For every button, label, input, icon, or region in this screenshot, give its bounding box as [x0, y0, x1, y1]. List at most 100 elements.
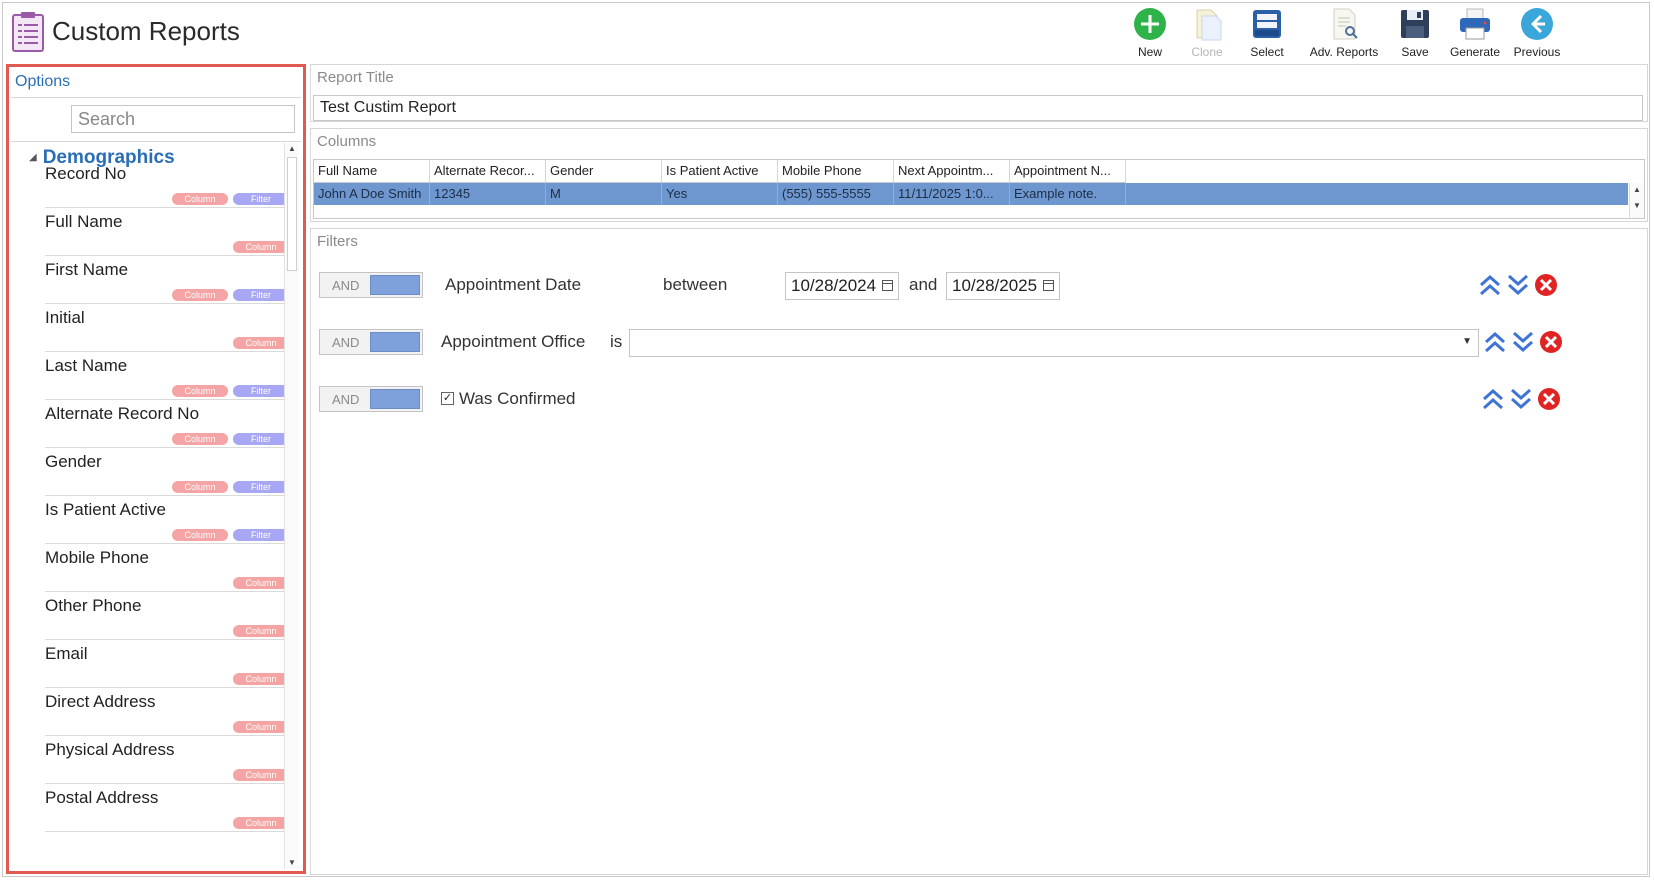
filters-label: Filters	[317, 233, 358, 250]
move-down-icon[interactable]	[1510, 328, 1536, 356]
table-row[interactable]: John A Doe Smith 12345 M Yes (555) 555-5…	[314, 183, 1628, 205]
list-item[interactable]: Initial Column	[45, 305, 289, 352]
list-item[interactable]: Email Column	[45, 641, 289, 688]
add-column-chip[interactable]: Column	[172, 385, 228, 397]
list-item[interactable]: Gender Column Filter	[45, 449, 289, 496]
and-or-toggle[interactable]: AND	[319, 272, 423, 298]
move-up-icon[interactable]	[1477, 271, 1503, 299]
add-column-chip[interactable]: Column	[172, 481, 228, 493]
add-column-chip[interactable]: Column	[172, 289, 228, 301]
add-column-chip[interactable]: Column	[233, 241, 289, 253]
list-item[interactable]: Postal Address Column	[45, 785, 289, 832]
list-item[interactable]: Is Patient Active Column Filter	[45, 497, 289, 544]
select-button[interactable]: Select	[1231, 4, 1303, 59]
column-header[interactable]: Appointment N...	[1010, 160, 1126, 182]
scroll-down-arrow-icon[interactable]: ▼	[1630, 199, 1644, 213]
office-select[interactable]: ▼	[629, 329, 1479, 357]
add-column-chip[interactable]: Column	[233, 625, 289, 637]
scroll-up-arrow-icon[interactable]: ▲	[1630, 183, 1644, 197]
options-list-divider	[11, 141, 301, 142]
table-cell: 12345	[430, 183, 546, 205]
add-column-chip[interactable]: Column	[172, 529, 228, 541]
report-title-section: Report Title	[310, 64, 1648, 122]
list-item[interactable]: Other Phone Column	[45, 593, 289, 640]
add-column-chip[interactable]: Column	[172, 193, 228, 205]
scrollbar-thumb[interactable]	[287, 157, 297, 271]
add-column-chip[interactable]: Column	[172, 433, 228, 445]
date-to-field[interactable]: 10/28/2025	[946, 272, 1060, 300]
add-column-chip[interactable]: Column	[233, 577, 289, 589]
add-filter-chip[interactable]: Filter	[233, 289, 289, 301]
date-to-value: 10/28/2025	[952, 276, 1038, 295]
add-filter-chip[interactable]: Filter	[233, 385, 289, 397]
adv-reports-button-label: Adv. Reports	[1309, 45, 1379, 59]
column-header[interactable]: Alternate Recor...	[430, 160, 546, 182]
calendar-icon[interactable]	[882, 280, 893, 291]
toggle-knob	[370, 389, 420, 409]
adv-reports-button[interactable]: Adv. Reports	[1308, 4, 1380, 59]
list-item[interactable]: Mobile Phone Column	[45, 545, 289, 592]
list-item[interactable]: Last Name Column Filter	[45, 353, 289, 400]
previous-button[interactable]: Previous	[1501, 4, 1573, 59]
filter-and-label: and	[909, 275, 938, 294]
field-name: Physical Address	[45, 740, 175, 759]
column-header[interactable]: Full Name	[314, 160, 430, 182]
list-item[interactable]: Direct Address Column	[45, 689, 289, 736]
table-cell: 11/11/2025 1:0...	[894, 183, 1010, 205]
list-item[interactable]: Physical Address Column	[45, 737, 289, 784]
scroll-down-arrow-icon[interactable]: ▼	[285, 857, 299, 869]
delete-filter-icon[interactable]	[1533, 271, 1559, 299]
column-header[interactable]: Mobile Phone	[778, 160, 894, 182]
add-column-chip[interactable]: Column	[233, 817, 289, 829]
field-name: Is Patient Active	[45, 500, 166, 519]
grid-scrollbar[interactable]: ▲ ▼	[1629, 183, 1644, 218]
add-filter-chip[interactable]: Filter	[233, 193, 289, 205]
move-up-icon[interactable]	[1482, 328, 1508, 356]
add-column-chip[interactable]: Column	[233, 337, 289, 349]
filter-field-name: Appointment Office	[441, 332, 586, 351]
add-filter-chip[interactable]: Filter	[233, 529, 289, 541]
dropdown-arrow-icon[interactable]: ▼	[1462, 336, 1472, 347]
options-header: Options	[15, 73, 71, 90]
filter-controls	[1480, 385, 1564, 413]
date-from-field[interactable]: 10/28/2024	[785, 272, 899, 300]
list-item[interactable]: Full Name Column	[45, 209, 289, 256]
move-down-icon[interactable]	[1505, 271, 1531, 299]
filter-row-was-confirmed: AND ✓ Was Confirmed	[319, 384, 1639, 414]
field-name: Initial	[45, 308, 85, 327]
add-column-chip[interactable]: Column	[233, 769, 289, 781]
options-scrollbar[interactable]: ▲ ▼	[284, 143, 299, 869]
filter-controls	[1477, 271, 1561, 299]
and-or-toggle[interactable]: AND	[319, 386, 423, 412]
column-header[interactable]: Is Patient Active	[662, 160, 778, 182]
was-confirmed-checkbox[interactable]: ✓	[441, 392, 454, 405]
filter-field-name: Was Confirmed	[459, 389, 576, 408]
and-or-toggle[interactable]: AND	[319, 329, 423, 355]
add-column-chip[interactable]: Column	[233, 673, 289, 685]
delete-filter-icon[interactable]	[1536, 385, 1562, 413]
options-divider	[11, 97, 301, 98]
column-header[interactable]: Next Appointm...	[894, 160, 1010, 182]
move-down-icon[interactable]	[1508, 385, 1534, 413]
document-search-icon	[1333, 8, 1358, 40]
list-item[interactable]: Alternate Record No Column Filter	[45, 401, 289, 448]
delete-filter-icon[interactable]	[1538, 328, 1564, 356]
list-item[interactable]: First Name Column Filter	[45, 257, 289, 304]
field-name: First Name	[45, 260, 129, 279]
columns-header-row: Full Name Alternate Recor... Gender Is P…	[314, 160, 1126, 183]
filter-operator: between	[663, 275, 728, 294]
calendar-icon[interactable]	[1043, 280, 1054, 291]
add-filter-chip[interactable]: Filter	[233, 433, 289, 445]
move-up-icon[interactable]	[1480, 385, 1506, 413]
report-title-input[interactable]	[313, 95, 1643, 121]
scroll-up-arrow-icon[interactable]: ▲	[285, 143, 299, 155]
previous-button-label: Previous	[1513, 45, 1561, 59]
list-item[interactable]: Record No Column Filter	[45, 161, 289, 208]
search-input[interactable]	[71, 105, 295, 133]
table-cell: M	[546, 183, 662, 205]
column-header[interactable]: Gender	[546, 160, 662, 182]
expand-triangle-icon[interactable]: ◢	[29, 152, 37, 163]
toggle-label: AND	[332, 278, 360, 293]
add-column-chip[interactable]: Column	[233, 721, 289, 733]
add-filter-chip[interactable]: Filter	[233, 481, 289, 493]
